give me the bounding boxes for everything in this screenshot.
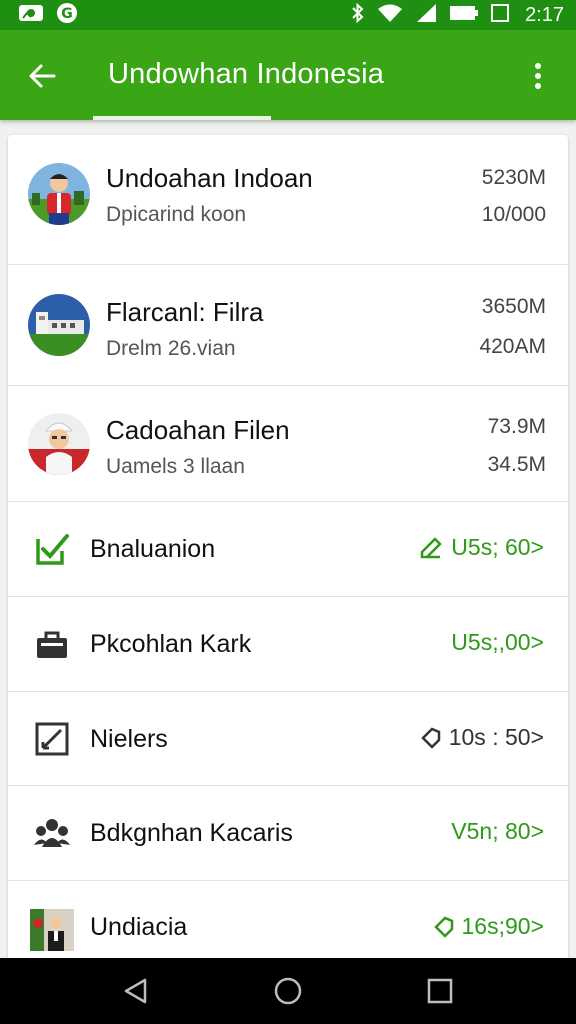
section-label: Nielers	[90, 725, 168, 753]
account-title: Flarcanl: Filra	[106, 297, 264, 327]
account-title: Cadoahan Filen	[106, 415, 290, 445]
edit-icon	[421, 536, 443, 558]
system-nav-bar	[0, 958, 576, 1024]
arrow-back-icon	[29, 64, 56, 88]
account-subtitle: Dpicarind koon	[106, 203, 247, 226]
status-right: 2:17	[351, 2, 564, 28]
section-label: Bdkgnhan Kacaris	[90, 819, 293, 847]
section-row[interactable]: Bdkgnhan Kacaris V5n; 80>	[8, 786, 568, 881]
section-row[interactable]: Pkcohlan Kark U5s;,00>	[8, 597, 568, 692]
people-icon	[32, 813, 72, 853]
status-bar: G 2:17	[0, 0, 576, 30]
nav-recents-button[interactable]	[416, 967, 464, 1015]
person-avatar-red	[28, 163, 90, 225]
signal-icon	[415, 3, 437, 28]
account-value-secondary: 10/000	[481, 203, 546, 226]
section-label: Undiacia	[90, 913, 188, 941]
avatar	[28, 163, 90, 225]
notification-icon	[18, 3, 44, 28]
nav-back-button[interactable]	[112, 967, 160, 1015]
section-label: Bnaluanion	[90, 535, 216, 563]
status-left: G	[18, 2, 78, 29]
account-value-secondary: 34.5M	[487, 453, 546, 476]
account-value-primary: 5230M	[481, 166, 546, 189]
nav-home-icon	[274, 977, 302, 1005]
photo-thumb-icon	[30, 909, 74, 951]
nav-recents-icon	[427, 978, 453, 1004]
tag-icon	[433, 916, 453, 938]
section-value: V5n; 80>	[451, 818, 544, 845]
account-value-primary: 3650M	[481, 295, 546, 318]
list-item[interactable]: Undoahan Indoan Dpicarind koon 5230M 10/…	[8, 135, 568, 265]
person-avatar-white	[28, 413, 90, 475]
list-item[interactable]: Cadoahan Filen Uamels 3 llaan 73.9M 34.5…	[8, 386, 568, 502]
tab-indicator	[93, 116, 271, 120]
app-icon: G	[56, 2, 78, 29]
building-avatar	[28, 294, 90, 356]
content-card: Undoahan Indoan Dpicarind koon 5230M 10/…	[8, 135, 568, 965]
section-value: U5s;,00>	[451, 629, 544, 656]
section-row[interactable]: Nielers 10s : 50>	[8, 692, 568, 786]
section-value-text: U5s;,00>	[451, 629, 544, 655]
nav-home-button[interactable]	[264, 967, 312, 1015]
section-row[interactable]: Bnaluanion U5s; 60>	[8, 502, 568, 597]
section-value: 10s : 50>	[420, 724, 544, 751]
nav-back-icon	[124, 978, 147, 1004]
section-value-text: 10s : 50>	[448, 724, 544, 750]
section-value-text: V5n; 80>	[451, 818, 544, 844]
svg-text:G: G	[61, 6, 73, 22]
battery-icon	[449, 4, 479, 27]
list-item[interactable]: Flarcanl: Filra Drelm 26.vian 3650M 420A…	[8, 265, 568, 386]
section-label: Pkcohlan Kark	[90, 630, 252, 658]
box-icon	[491, 3, 510, 27]
app-bar: Undowhan Indonesia	[0, 30, 576, 120]
check-shield-icon	[32, 529, 72, 569]
more-vert-icon	[535, 63, 541, 89]
section-value-text: 16s;90>	[461, 913, 545, 939]
tag-icon	[420, 727, 440, 749]
section-value-text: U5s; 60>	[451, 534, 544, 560]
section-row[interactable]: Undiacia 16s;90>	[8, 881, 568, 965]
avatar	[28, 294, 90, 356]
page-title: Undowhan Indonesia	[108, 58, 385, 90]
section-value: 16s;90>	[433, 913, 545, 940]
briefcase-icon	[32, 624, 72, 664]
status-time: 2:17	[525, 3, 564, 26]
account-subtitle: Uamels 3 llaan	[106, 455, 245, 478]
wifi-icon	[377, 3, 403, 28]
account-title: Undoahan Indoan	[106, 163, 313, 193]
account-value-primary: 73.9M	[487, 415, 546, 438]
section-value: U5s; 60>	[419, 534, 544, 561]
account-subtitle: Drelm 26.vian	[106, 337, 236, 360]
edit-box-icon	[32, 719, 72, 759]
bluetooth-icon	[351, 2, 365, 28]
account-value-secondary: 420AM	[479, 335, 546, 358]
avatar	[28, 413, 90, 475]
overflow-menu-button[interactable]	[518, 54, 558, 98]
back-button[interactable]	[20, 54, 64, 98]
